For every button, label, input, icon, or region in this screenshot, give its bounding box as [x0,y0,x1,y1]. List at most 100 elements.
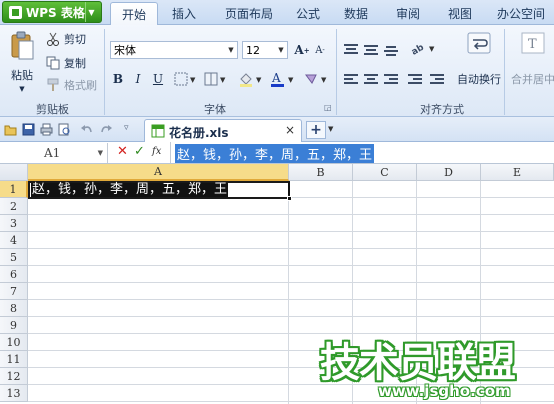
row-header[interactable]: 2 [0,198,28,215]
row-header[interactable]: 1 [0,181,28,198]
svg-text:▼: ▼ [429,45,435,53]
copy-label: 复制 [64,57,86,70]
svg-text:A: A [271,71,281,85]
row-header[interactable]: 3 [0,215,28,232]
formula-input[interactable]: 赵，钱，孙，李，周，五，郑，王 [170,142,554,163]
formula-bar: A1 ▼ ✕ ✓ fx 赵，钱，孙，李，周，五，郑，王 [0,142,554,164]
wrap-text-button[interactable]: 自动换行 [454,31,504,95]
merge-cells-icon[interactable]: ▼ [204,72,230,86]
spreadsheet-file-icon [151,124,165,138]
borders-icon[interactable]: ▼ [174,72,200,86]
tab-page-layout[interactable]: 页面布局 [212,2,286,25]
align-top-button[interactable] [342,41,360,57]
merge-center-icon: T [521,32,545,54]
text-effects-icon[interactable]: ▼ [304,71,332,87]
paste-button[interactable]: 粘贴 ▼ [4,31,40,95]
decrease-indent-button[interactable] [406,71,424,87]
increase-indent-button[interactable] [428,71,446,87]
tab-office-space[interactable]: 办公空间 [490,2,552,25]
ribbon-home: 粘贴 ▼ 剪切 复制 格式刷 剪贴板 宋体 ▼ 12 ▼ A + A- B I U [0,25,554,117]
open-file-icon[interactable] [4,123,17,136]
name-box[interactable]: A1 ▼ [0,143,108,163]
fill-handle[interactable] [287,196,292,201]
chevron-down-icon[interactable]: ▼ [85,2,97,22]
tab-home[interactable]: 开始 [110,2,158,26]
document-tab-bar: ▿ 花名册.xls × + ▼ [0,117,554,142]
chevron-down-icon[interactable]: ▼ [225,42,237,58]
font-name-select[interactable]: 宋体 ▼ [110,41,238,59]
wrap-text-label: 自动换行 [457,73,501,86]
column-header-d[interactable]: D [417,164,481,181]
copy-button[interactable]: 复制 [46,55,86,71]
new-tab-button[interactable]: + [306,121,326,139]
row-header[interactable]: 4 [0,232,28,249]
row-header[interactable]: 8 [0,300,28,317]
chevron-down-icon[interactable]: ▼ [275,42,287,58]
row-header[interactable]: 13 [0,385,28,402]
active-cell-a1[interactable]: 赵，钱，孙，李，周，五，郑，王 [28,181,292,201]
svg-text:ab: ab [410,42,426,57]
column-header-c[interactable]: C [353,164,417,181]
tab-review[interactable]: 审阅 [388,2,428,25]
cut-button[interactable]: 剪切 [46,31,86,47]
svg-text:▼: ▼ [190,76,196,84]
tab-data[interactable]: 数据 [336,2,376,25]
wps-spreadsheet-window: WPS 表格 ▼ 开始 插入 页面布局 公式 数据 审阅 视图 办公空间 粘贴 … [0,0,554,404]
row-header[interactable]: 5 [0,249,28,266]
cancel-icon[interactable]: ✕ [117,144,128,159]
watermark-title: 技术员联盟 [320,340,516,386]
font-color-icon[interactable]: A ▼ [270,71,298,87]
row-header[interactable]: 11 [0,351,28,368]
app-menu-button[interactable]: WPS 表格 ▼ [2,1,102,23]
clipboard-group-label: 剪贴板 [36,103,69,116]
save-icon[interactable] [22,123,35,136]
column-header-e[interactable]: E [481,164,554,181]
format-painter-button[interactable]: 格式刷 [46,77,97,93]
customize-toolbar-icon[interactable]: ▿ [124,123,129,133]
grow-font-button[interactable]: A + [294,42,310,58]
row-header[interactable]: 6 [0,266,28,283]
font-group-label: 字体 [204,103,226,116]
paste-dropdown-icon[interactable]: ▼ [19,85,24,93]
app-name: WPS 表格 [26,5,85,20]
redo-icon[interactable] [100,123,113,136]
column-header-b[interactable]: B [289,164,353,181]
document-tab[interactable]: 花名册.xls × [144,119,302,142]
font-size-select[interactable]: 12 ▼ [242,41,288,59]
align-middle-button[interactable] [362,41,380,57]
align-bottom-button[interactable] [382,41,400,57]
print-icon[interactable] [40,123,53,136]
font-dialog-launcher-icon[interactable]: ◲ [324,103,332,112]
tab-list-dropdown-icon[interactable]: ▼ [328,125,333,133]
row-header[interactable]: 12 [0,368,28,385]
row-header[interactable]: 10 [0,334,28,351]
insert-function-button[interactable]: fx [152,146,161,157]
print-preview-icon[interactable] [58,123,71,136]
merge-center-button[interactable]: T 合并居中 [508,31,554,95]
paste-label: 粘贴 [11,69,33,82]
fill-color-icon[interactable]: ▼ [238,71,266,87]
align-left-button[interactable] [342,71,360,87]
italic-button[interactable]: I [130,71,146,87]
confirm-icon[interactable]: ✓ [134,144,145,159]
align-right-button[interactable] [382,71,400,87]
cell-reference: A1 [44,146,61,160]
align-center-button[interactable] [362,71,380,87]
svg-text:▼: ▼ [256,76,262,84]
tab-formulas[interactable]: 公式 [288,2,328,25]
chevron-down-icon[interactable]: ▼ [98,149,103,157]
undo-icon[interactable] [80,123,93,136]
tab-view[interactable]: 视图 [440,2,480,25]
close-tab-icon[interactable]: × [285,123,295,137]
tab-insert[interactable]: 插入 [160,2,208,25]
svg-text:▼: ▼ [321,76,327,84]
text-orientation-icon[interactable]: ab ▼ [410,40,438,58]
shrink-font-button[interactable]: A- [312,42,328,58]
ribbon-separator [104,29,105,115]
bold-button[interactable]: B [110,71,126,87]
column-header-a[interactable]: A [28,164,289,181]
underline-button[interactable]: U [150,71,166,87]
row-header[interactable]: 9 [0,317,28,334]
select-all-corner[interactable] [0,164,28,181]
row-header[interactable]: 7 [0,283,28,300]
